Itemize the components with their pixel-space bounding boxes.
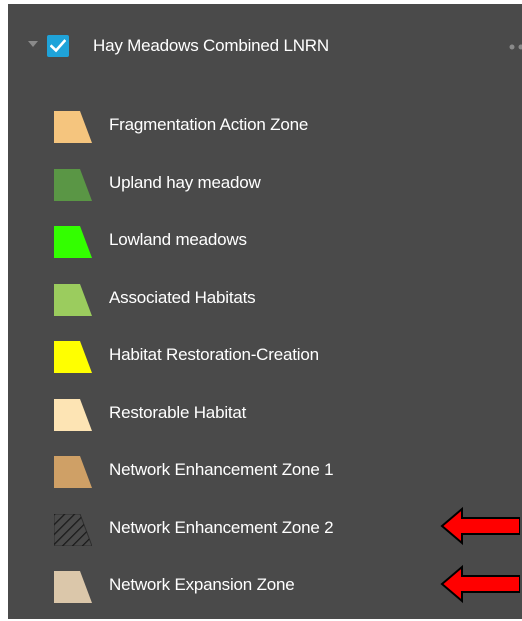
legend-label: Habitat Restoration-Creation	[109, 345, 319, 364]
legend-swatch	[54, 168, 92, 201]
legend-swatch	[54, 283, 92, 316]
legend-swatch	[54, 341, 92, 373]
red-arrow-annotation	[440, 506, 520, 546]
layer-title: Hay Meadows Combined LNRN	[93, 36, 329, 55]
legend-label: Associated Habitats	[109, 287, 256, 307]
legend-label: Fragmentation Action Zone	[109, 115, 309, 134]
legend-item: Habitat Restoration-Creation	[8, 328, 522, 384]
legend-swatch	[54, 226, 92, 258]
legend-label: Network Expansion Zone	[109, 575, 295, 594]
legend-label: Upland hay meadow	[109, 172, 261, 192]
legend-item: Associated Habitats	[8, 271, 522, 327]
legend-item: Fragmentation Action Zone	[8, 98, 522, 154]
layer-header[interactable]: Hay Meadows Combined LNRN	[8, 24, 522, 68]
legend-swatch	[54, 111, 92, 143]
legend-label: Lowland meadows	[109, 230, 247, 249]
more-options-icon[interactable]	[508, 43, 522, 51]
legend-swatch	[54, 571, 92, 603]
legend-label: Network Enhancement Zone 2	[109, 517, 334, 537]
legend-item: Network Enhancement Zone 1	[8, 443, 522, 499]
legend-label: Restorable Habitat	[109, 402, 247, 422]
layer-visibility-checkbox[interactable]	[47, 35, 69, 57]
legend-swatch	[54, 456, 92, 488]
legend-item: Upland hay meadow	[8, 156, 522, 212]
legend-item: Lowland meadows	[8, 213, 522, 269]
legend-item: Restorable Habitat	[8, 386, 522, 442]
red-arrow-annotation	[440, 564, 520, 604]
legend-swatch	[54, 398, 92, 431]
legend-label: Network Enhancement Zone 1	[109, 460, 334, 479]
triangle-down-icon[interactable]	[28, 41, 38, 47]
checkmark-icon	[50, 39, 66, 53]
legend-swatch	[54, 513, 92, 546]
